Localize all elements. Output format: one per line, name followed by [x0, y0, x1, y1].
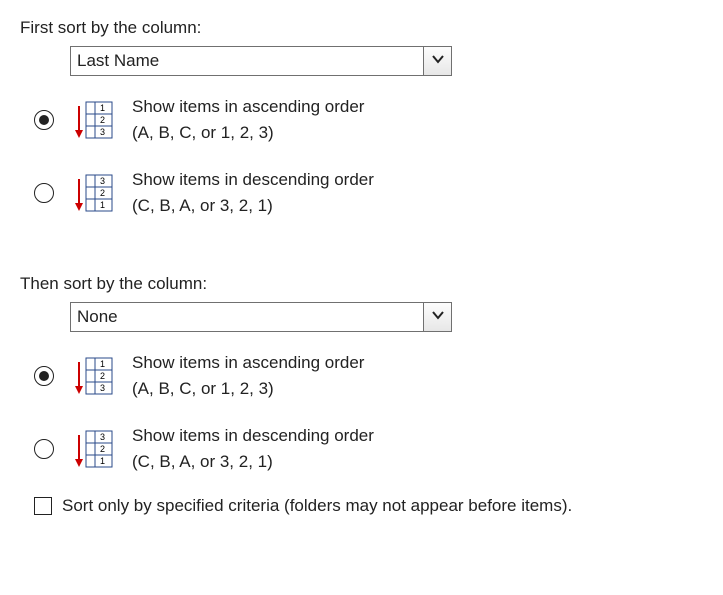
- chevron-down-icon: [431, 51, 445, 71]
- sort-ascending-icon: 1 2 3: [72, 356, 114, 396]
- then-sort-value: None: [71, 303, 423, 331]
- svg-text:2: 2: [100, 188, 105, 198]
- sort-only-label: Sort only by specified criteria (folders…: [62, 496, 572, 516]
- svg-text:2: 2: [100, 115, 105, 125]
- svg-text:1: 1: [100, 200, 105, 210]
- then-sort-dropdown-button[interactable]: [423, 303, 451, 331]
- first-ascending-option[interactable]: 1 2 3 Show items in ascending order (A, …: [34, 94, 703, 145]
- sort-ascending-icon: 1 2 3: [72, 100, 114, 140]
- first-sort-value: Last Name: [71, 47, 423, 75]
- svg-text:3: 3: [100, 176, 105, 186]
- then-ascending-radio[interactable]: [34, 366, 54, 386]
- first-sort-label: First sort by the column:: [20, 18, 703, 38]
- svg-text:3: 3: [100, 383, 105, 393]
- first-descending-radio[interactable]: [34, 183, 54, 203]
- sort-descending-icon: 3 2 1: [72, 429, 114, 469]
- then-descending-text: Show items in descending order (C, B, A,…: [132, 423, 374, 474]
- first-sort-dropdown[interactable]: Last Name: [70, 46, 452, 76]
- svg-text:2: 2: [100, 371, 105, 381]
- svg-text:2: 2: [100, 444, 105, 454]
- first-descending-option[interactable]: 3 2 1 Show items in descending order (C,…: [34, 167, 703, 218]
- chevron-down-icon: [431, 307, 445, 327]
- then-ascending-option[interactable]: 1 2 3 Show items in ascending order (A, …: [34, 350, 703, 401]
- then-sort-label: Then sort by the column:: [20, 274, 703, 294]
- svg-text:3: 3: [100, 127, 105, 137]
- svg-text:1: 1: [100, 103, 105, 113]
- then-descending-option[interactable]: 3 2 1 Show items in descending order (C,…: [34, 423, 703, 474]
- first-descending-text: Show items in descending order (C, B, A,…: [132, 167, 374, 218]
- first-ascending-text: Show items in ascending order (A, B, C, …: [132, 94, 364, 145]
- sort-only-checkbox[interactable]: [34, 497, 52, 515]
- sort-only-row[interactable]: Sort only by specified criteria (folders…: [34, 496, 703, 516]
- svg-text:1: 1: [100, 359, 105, 369]
- first-sort-dropdown-button[interactable]: [423, 47, 451, 75]
- then-sort-dropdown[interactable]: None: [70, 302, 452, 332]
- svg-text:3: 3: [100, 432, 105, 442]
- first-ascending-radio[interactable]: [34, 110, 54, 130]
- then-ascending-text: Show items in ascending order (A, B, C, …: [132, 350, 364, 401]
- then-descending-radio[interactable]: [34, 439, 54, 459]
- svg-text:1: 1: [100, 456, 105, 466]
- sort-descending-icon: 3 2 1: [72, 173, 114, 213]
